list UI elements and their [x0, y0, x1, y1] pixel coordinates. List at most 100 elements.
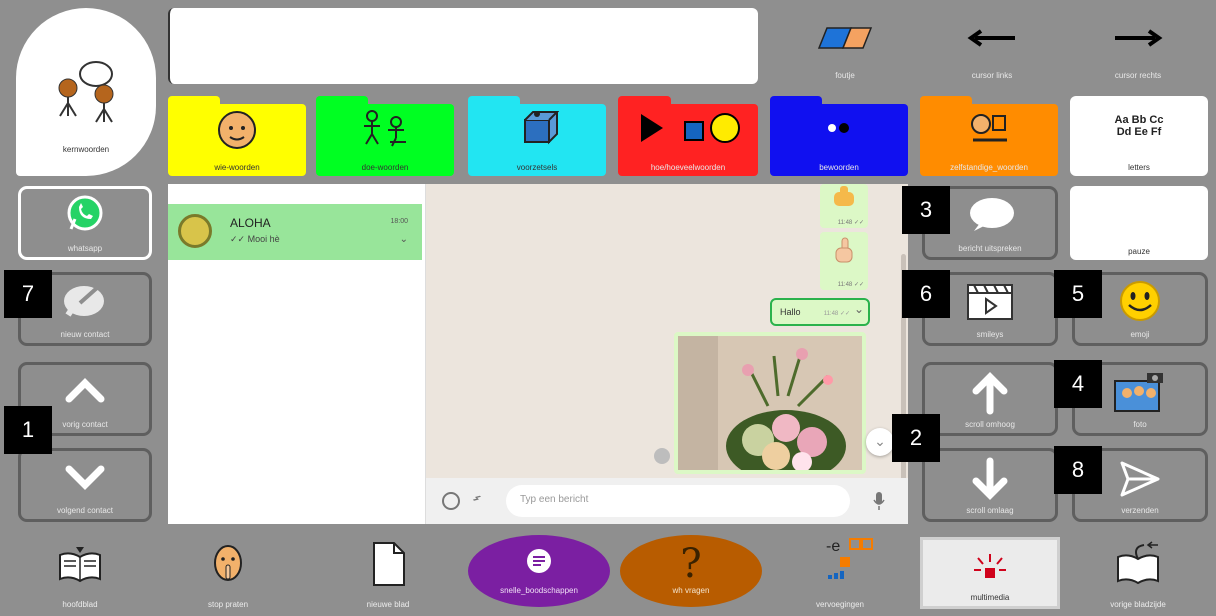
chevron-down-icon[interactable]: ⌄: [400, 234, 408, 245]
eraser-icon: [775, 24, 915, 52]
scroll-omhoog-label: scroll omhoog: [965, 420, 1015, 429]
badge-6: 6: [902, 270, 950, 318]
badge-7: 7: [4, 270, 52, 318]
scroll-down-chat-button[interactable]: ⌄: [866, 428, 894, 456]
contact-time: 18:00: [390, 218, 408, 225]
thumbs-up-icon: [820, 186, 868, 208]
folder-bewoorden[interactable]: bewoorden: [770, 96, 908, 176]
conversation-pane: 11:48 ✓✓ 11:48 ✓✓ Hallo 11:48 ✓✓ ⌄ ⌄ ⌁ T…: [426, 184, 908, 524]
message-time: 11:48 ✓✓: [837, 282, 864, 288]
whatsapp-label: whatsapp: [67, 244, 103, 253]
snelle-boodschappen-button[interactable]: snelle_boodschappen: [468, 535, 610, 607]
face-icon: [168, 108, 306, 152]
nieuwe-blad-label: nieuwe blad: [366, 600, 410, 609]
pauze-button[interactable]: pauze: [1070, 186, 1208, 260]
nieuwe-blad-button[interactable]: nieuwe blad: [318, 535, 458, 613]
microphone-icon[interactable]: [872, 490, 886, 517]
emoji-icon[interactable]: [442, 492, 460, 510]
page-turn-icon: [1068, 541, 1208, 585]
compose-bar: ⌁ Typ een bericht: [426, 478, 908, 524]
dots-icon: [770, 120, 908, 136]
vervoegingen-button[interactable]: -e vervoegingen: [770, 535, 910, 613]
badge-2: 2: [892, 414, 940, 462]
open-book-icon: [10, 545, 150, 585]
badge-3: 3: [902, 186, 950, 234]
vorige-bladzijde-label: vorige bladzijde: [1110, 600, 1166, 609]
multimedia-button[interactable]: multimedia: [920, 537, 1060, 609]
contact-name: ALOHA: [230, 216, 271, 230]
folder-wie-woorden[interactable]: wie-woorden: [168, 96, 306, 176]
message-text-field[interactable]: [168, 8, 758, 84]
cursor-rechts-button[interactable]: cursor rechts: [1068, 8, 1208, 88]
arrow-up-icon: [925, 371, 1055, 415]
message-input[interactable]: Typ een bericht: [506, 485, 850, 517]
letters-text: Aa Bb Cc Dd Ee Ff: [1114, 114, 1164, 138]
kernwoorden-label: kernwoorden: [62, 145, 110, 154]
whatsapp-button[interactable]: whatsapp: [18, 186, 152, 260]
vorige-bladzijde-button[interactable]: vorige bladzijde: [1068, 535, 1208, 613]
folder-label: wie-woorden: [214, 163, 260, 172]
scroll-omlaag-button[interactable]: scroll omlaag: [922, 448, 1058, 522]
vervoegingen-label: vervoegingen: [815, 600, 865, 609]
foto-label: foto: [1133, 420, 1147, 429]
chevron-up-icon: [21, 375, 149, 405]
attach-icon[interactable]: ⌁: [466, 488, 487, 509]
cursor-links-label: cursor links: [971, 71, 1013, 80]
badge-8: 8: [1054, 446, 1102, 494]
cursor-links-button[interactable]: cursor links: [922, 8, 1062, 88]
chevron-down-icon[interactable]: ⌄: [854, 302, 864, 316]
folder-zelfstandige-woorden[interactable]: zelfstandige_woorden: [920, 96, 1058, 176]
arrow-left-icon: [922, 28, 1062, 48]
person-objects-icon: [920, 110, 1058, 146]
folder-label: bewoorden: [819, 163, 859, 172]
badge-5: 5: [1054, 270, 1102, 318]
wh-vragen-label: wh vragen: [672, 586, 710, 595]
letters-label: letters: [1128, 163, 1150, 172]
pointing-hand-icon: [820, 236, 868, 266]
hoofdblad-label: hoofdblad: [62, 600, 98, 609]
contact-aloha[interactable]: ALOHA 18:00 ✓✓ Mooi hè ⌄: [168, 204, 422, 260]
wh-vragen-button[interactable]: ? wh vragen: [620, 535, 762, 607]
badge-1: 1: [4, 406, 52, 454]
chevron-down-icon: [21, 461, 149, 491]
folder-voorzetsels[interactable]: voorzetsels: [468, 96, 606, 176]
folder-doe-woorden[interactable]: doe-woorden: [316, 96, 454, 176]
cursor-rechts-label: cursor rechts: [1114, 71, 1162, 80]
folder-hoe-hoeveelwoorden[interactable]: hoe/hoeveelwoorden: [618, 96, 758, 176]
folder-label: doe-woorden: [361, 163, 409, 172]
message-list-icon: [468, 547, 610, 575]
scroll-omhoog-button[interactable]: scroll omhoog: [922, 362, 1058, 436]
kernwoorden-button[interactable]: kernwoorden: [16, 8, 156, 176]
avatar: [178, 214, 212, 248]
svg-text:-e: -e: [826, 538, 840, 555]
folder-label: voorzetsels: [516, 163, 558, 172]
message-bubble: 11:48 ✓✓: [820, 232, 868, 290]
volgend-contact-button[interactable]: volgend contact: [18, 448, 152, 522]
photo-message[interactable]: [674, 332, 866, 474]
hoofdblad-button[interactable]: hoofdblad: [10, 535, 150, 613]
conjugation-icon: -e: [770, 537, 910, 585]
message-text: Hallo: [780, 307, 801, 317]
blank-page-icon: [318, 541, 458, 587]
talking-people-icon: [16, 58, 156, 128]
arrow-right-icon: [1068, 28, 1208, 48]
whatsapp-icon: [21, 193, 149, 233]
verzenden-label: verzenden: [1121, 506, 1159, 515]
pauze-label: pauze: [1128, 247, 1150, 256]
letters-button[interactable]: Aa Bb Cc Dd Ee Ff letters: [1070, 96, 1208, 176]
foutje-button[interactable]: foutje: [775, 8, 915, 88]
forward-icon[interactable]: [654, 448, 670, 464]
scroll-omlaag-label: scroll omlaag: [966, 506, 1014, 515]
foutje-label: foutje: [835, 71, 855, 80]
flower-bouquet-icon: [678, 336, 862, 470]
shapes-icon: [618, 110, 758, 146]
message-hallo: Hallo 11:48 ✓✓ ⌄: [770, 298, 870, 326]
message-input-placeholder: Typ een bericht: [520, 494, 589, 505]
contact-list: ALOHA 18:00 ✓✓ Mooi hè ⌄: [168, 184, 426, 524]
badge-4: 4: [1054, 360, 1102, 408]
message-time: 11:48 ✓✓: [823, 311, 850, 317]
contact-preview: ✓✓ Mooi hè: [230, 234, 280, 244]
volgend-contact-label: volgend contact: [56, 506, 114, 515]
folder-label: hoe/hoeveelwoorden: [650, 163, 726, 172]
stop-praten-button[interactable]: stop praten: [158, 535, 298, 613]
